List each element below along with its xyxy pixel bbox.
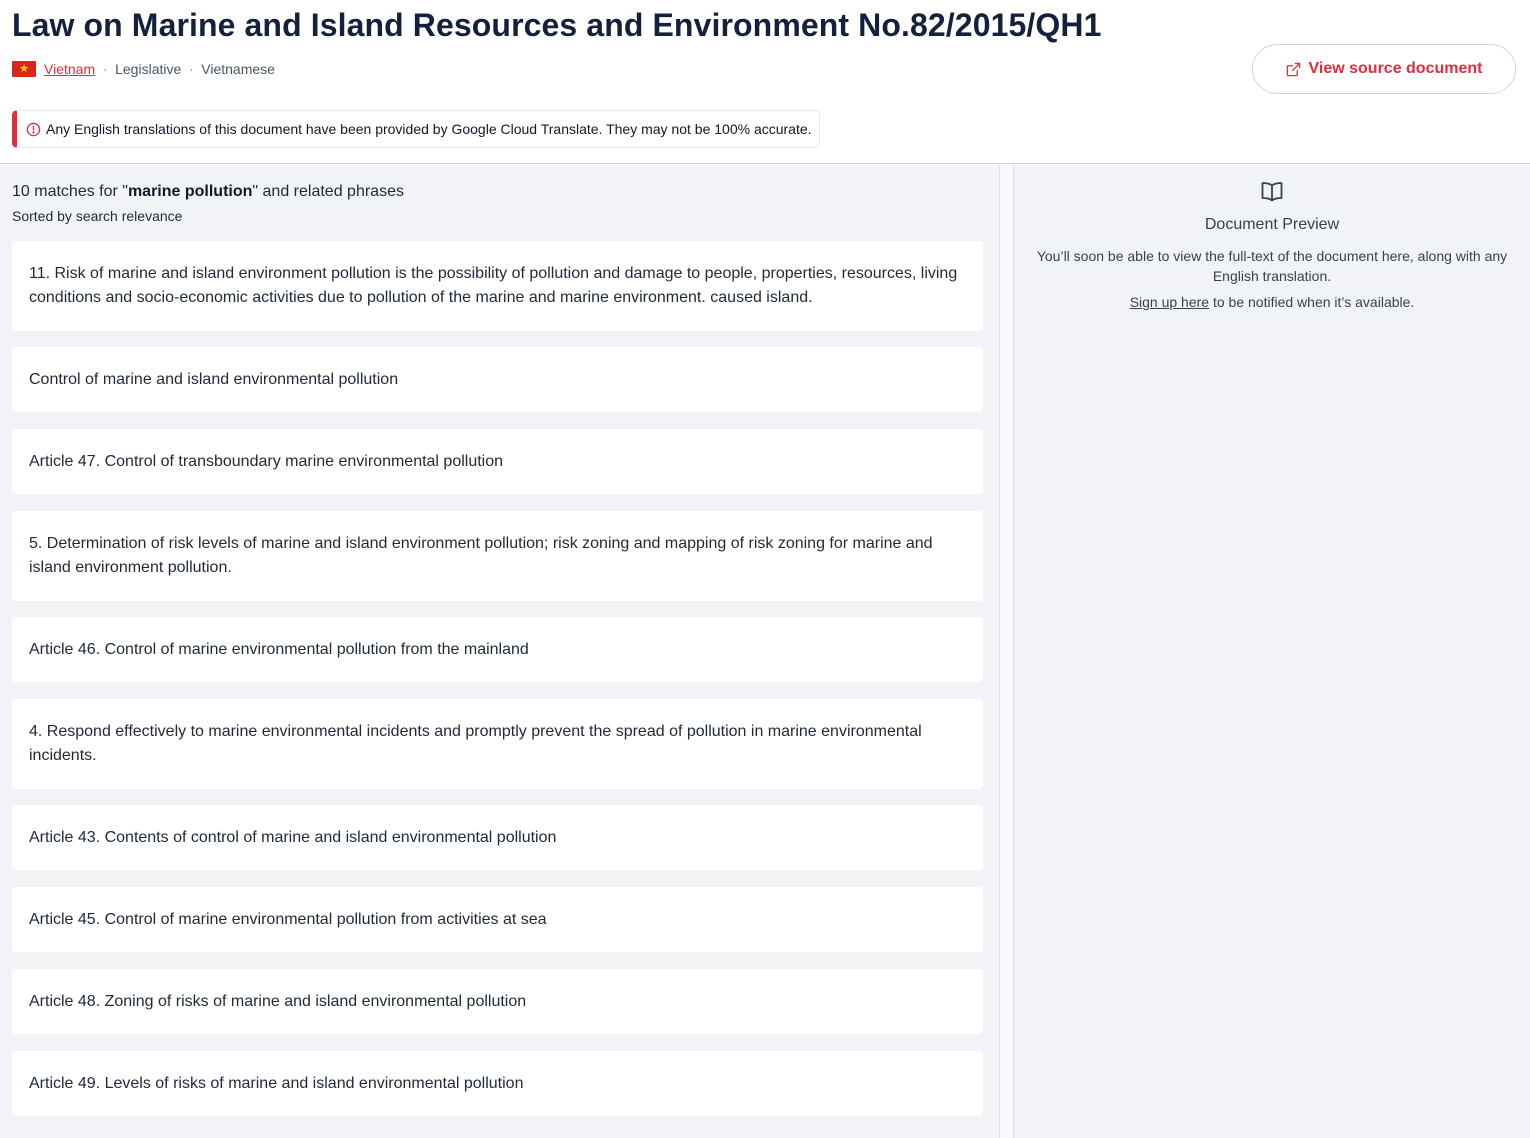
country-link[interactable]: Vietnam xyxy=(44,61,95,77)
document-header: Law on Marine and Island Resources and E… xyxy=(0,0,1530,164)
preview-title: Document Preview xyxy=(1204,216,1340,233)
panel-divider[interactable] xyxy=(999,165,1014,1138)
view-source-label: View source document xyxy=(1308,60,1483,77)
results-count-suffix: " and related phrases xyxy=(252,183,404,200)
result-text: Article 45. Control of marine environmen… xyxy=(29,910,547,928)
page-title: Law on Marine and Island Resources and E… xyxy=(12,7,1102,43)
external-link-icon xyxy=(1286,62,1300,76)
vietnam-flag-icon: ★ xyxy=(12,61,36,77)
result-text: Article 48. Zoning of risks of marine an… xyxy=(29,992,527,1010)
result-card[interactable]: Article 48. Zoning of risks of marine an… xyxy=(12,969,983,1034)
result-card[interactable]: 11. Risk of marine and island environmen… xyxy=(12,241,983,331)
document-meta: ★ Vietnam · Legislative · Vietnamese xyxy=(12,60,275,78)
result-card[interactable]: 5. Determination of risk levels of marin… xyxy=(12,511,983,601)
result-text: Article 49. Levels of risks of marine an… xyxy=(29,1074,524,1092)
translation-notice: Any English translations of this documen… xyxy=(12,110,820,148)
document-preview-panel: Document Preview You’ll soon be able to … xyxy=(1014,165,1530,1138)
result-card[interactable]: Article 47. Control of transboundary mar… xyxy=(12,429,983,494)
result-text: 4. Respond effectively to marine environ… xyxy=(29,723,922,764)
search-results-panel[interactable]: 10 matches for "marine pollution" and re… xyxy=(0,165,999,1138)
preview-description: You’ll soon be able to view the full-tex… xyxy=(1036,248,1508,284)
preview-signup-line: Sign up here to be notified when it’s av… xyxy=(1014,294,1530,310)
result-card[interactable]: Article 46. Control of marine environmen… xyxy=(12,617,983,682)
document-language: Vietnamese xyxy=(201,61,275,77)
document-preview: Document Preview You’ll soon be able to … xyxy=(1014,181,1530,310)
book-open-icon xyxy=(1261,182,1283,202)
view-source-button[interactable]: View source document xyxy=(1252,44,1516,94)
result-text: 5. Determination of risk levels of marin… xyxy=(29,535,933,576)
document-type: Legislative xyxy=(115,61,182,77)
content-area: 10 matches for "marine pollution" and re… xyxy=(0,165,1530,1138)
result-text: 11. Risk of marine and island environmen… xyxy=(29,265,958,306)
result-text: Control of marine and island environment… xyxy=(29,370,399,388)
sort-label: Sorted by search relevance xyxy=(12,208,183,224)
results-summary: 10 matches for "marine pollution" and re… xyxy=(12,183,404,201)
result-card[interactable]: Article 49. Levels of risks of marine an… xyxy=(12,1051,983,1116)
result-text: Article 43. Contents of control of marin… xyxy=(29,828,557,846)
result-card[interactable]: Control of marine and island environment… xyxy=(12,347,983,412)
result-text: Article 47. Control of transboundary mar… xyxy=(29,452,504,470)
signup-suffix: to be notified when it’s available. xyxy=(1209,294,1415,310)
meta-separator: · xyxy=(189,62,194,76)
result-card[interactable]: Article 45. Control of marine environmen… xyxy=(12,887,983,952)
signup-link[interactable]: Sign up here xyxy=(1130,294,1209,310)
alert-circle-icon xyxy=(26,122,41,136)
results-count-prefix: 10 matches for " xyxy=(12,183,128,200)
search-query: marine pollution xyxy=(127,183,253,200)
result-card[interactable]: Article 43. Contents of control of marin… xyxy=(12,805,983,870)
meta-separator: · xyxy=(103,62,108,76)
result-card[interactable]: 4. Respond effectively to marine environ… xyxy=(12,699,983,789)
result-text: Article 46. Control of marine environmen… xyxy=(29,640,529,658)
translation-notice-text: Any English translations of this documen… xyxy=(46,121,812,137)
